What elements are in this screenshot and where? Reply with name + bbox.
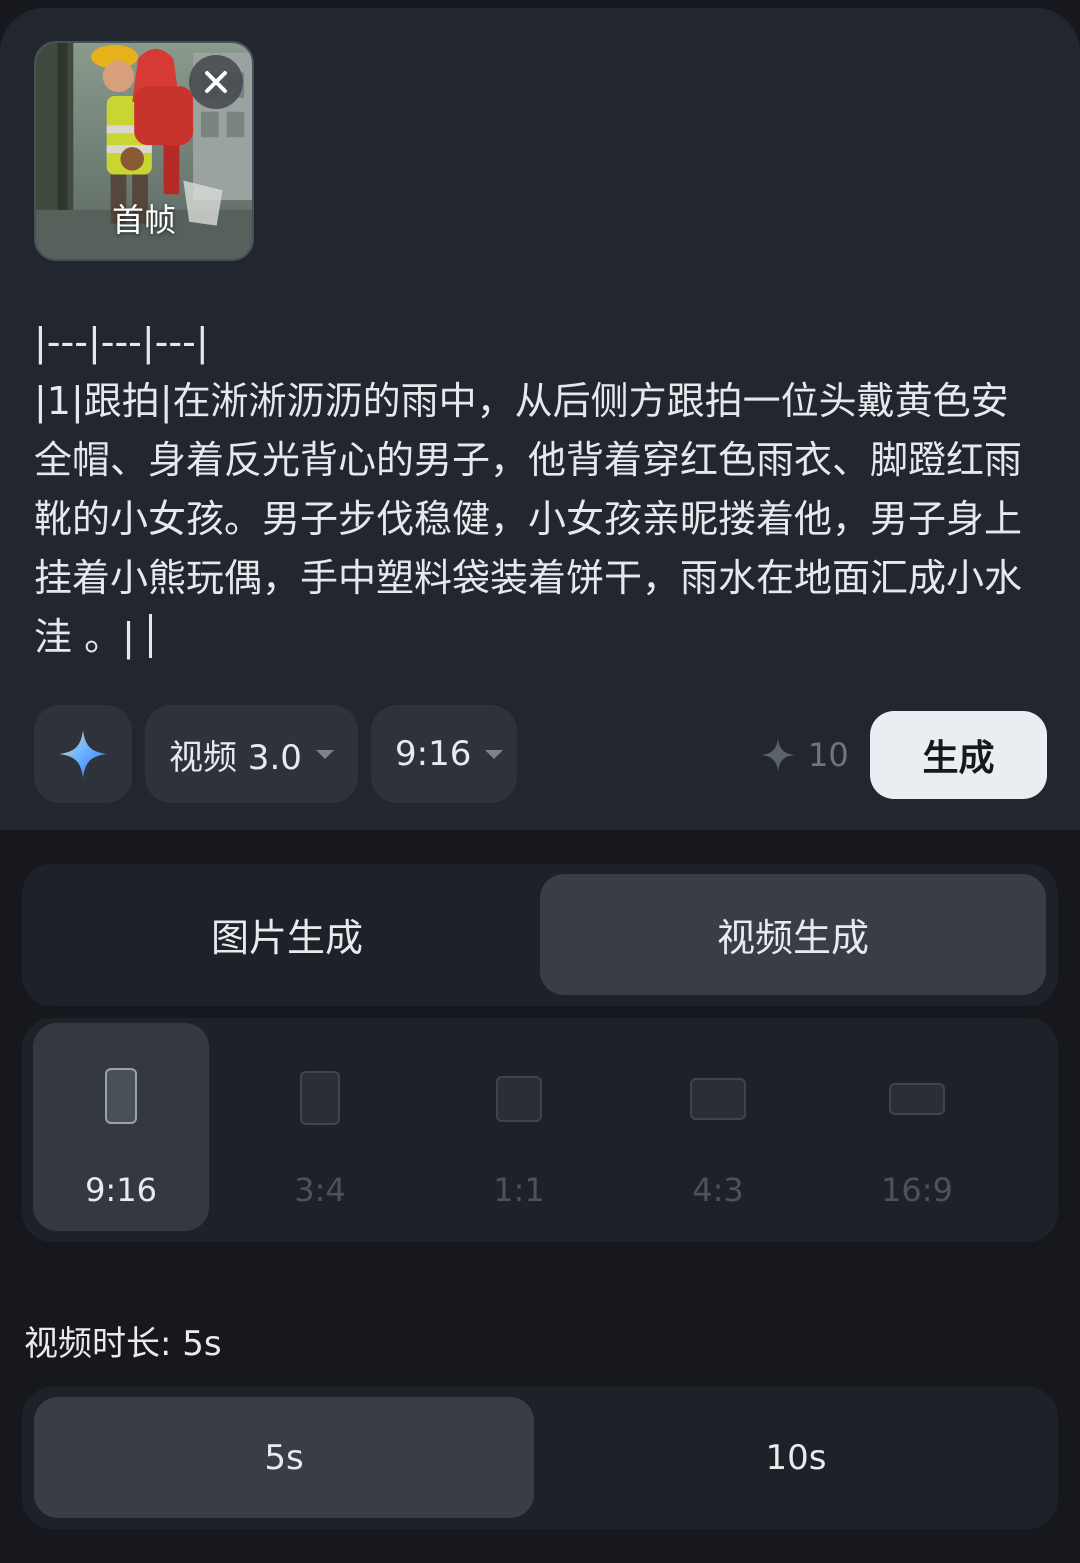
duration-selector: 5s 10s — [22, 1387, 1058, 1529]
mode-tabs: 图片生成 视频生成 — [22, 864, 1058, 1006]
chevron-down-icon — [485, 749, 504, 759]
aspect-ratio-panel: 9:16 3:4 1:1 4:3 16:9 — [22, 1018, 1058, 1242]
first-frame-label: 首帧 — [111, 201, 176, 239]
ratio-option-9-16[interactable]: 9:16 — [33, 1023, 209, 1231]
ratio-option-4-3[interactable]: 4:3 — [630, 1023, 806, 1231]
tab-video-generation[interactable]: 视频生成 — [540, 874, 1046, 995]
credit-cost-value: 10 — [808, 736, 849, 774]
duration-option-5s[interactable]: 5s — [34, 1397, 534, 1518]
ratio-option-3-4[interactable]: 3:4 — [232, 1023, 408, 1231]
ratio-1-1-icon — [496, 1076, 542, 1122]
text-cursor — [148, 614, 152, 658]
prompt-text: |---|---|---| |1|跟拍|在淅淅沥沥的雨中，从后侧方跟拍一位头戴黄… — [34, 320, 1023, 659]
video-generation-page: 首帧 |---|---|---| |1|跟拍|在淅淅沥沥的雨中，从后侧方跟拍一位… — [0, 0, 1080, 1563]
video-duration-label: 视频时长: 5s — [24, 1324, 222, 1364]
generate-button[interactable]: 生成 — [870, 711, 1047, 799]
model-selector-label: 视频 3.0 — [169, 737, 302, 778]
prompt-composer: 首帧 |---|---|---| |1|跟拍|在淅淅沥沥的雨中，从后侧方跟拍一位… — [0, 8, 1080, 830]
chevron-down-icon — [315, 749, 334, 759]
sparkle-icon — [59, 730, 107, 778]
aspect-ratio-selector-label: 9:16 — [395, 734, 472, 774]
ai-enhance-button[interactable] — [34, 705, 132, 803]
credit-cost: 10 — [760, 728, 849, 782]
remove-first-frame-button[interactable] — [189, 55, 243, 109]
sparkle-icon — [761, 738, 795, 772]
ratio-4-3-icon — [690, 1078, 746, 1120]
ratio-16-9-icon — [889, 1083, 945, 1115]
model-selector[interactable]: 视频 3.0 — [145, 705, 358, 803]
aspect-ratio-selector[interactable]: 9:16 — [371, 705, 517, 803]
ratio-option-label: 4:3 — [692, 1171, 744, 1209]
ratio-option-label: 1:1 — [493, 1171, 545, 1209]
ratio-9-16-icon — [105, 1068, 137, 1124]
ratio-option-label: 16:9 — [881, 1171, 953, 1209]
ratio-option-16-9[interactable]: 16:9 — [829, 1023, 1005, 1231]
ratio-option-1-1[interactable]: 1:1 — [431, 1023, 607, 1231]
ratio-3-4-icon — [300, 1071, 340, 1125]
duration-option-10s[interactable]: 10s — [546, 1397, 1046, 1518]
ratio-option-label: 9:16 — [85, 1171, 157, 1209]
ratio-option-label: 3:4 — [294, 1171, 346, 1209]
close-icon — [205, 71, 227, 93]
tab-image-generation[interactable]: 图片生成 — [34, 874, 540, 995]
prompt-input[interactable]: |---|---|---| |1|跟拍|在淅淅沥沥的雨中，从后侧方跟拍一位头戴黄… — [34, 313, 1044, 667]
